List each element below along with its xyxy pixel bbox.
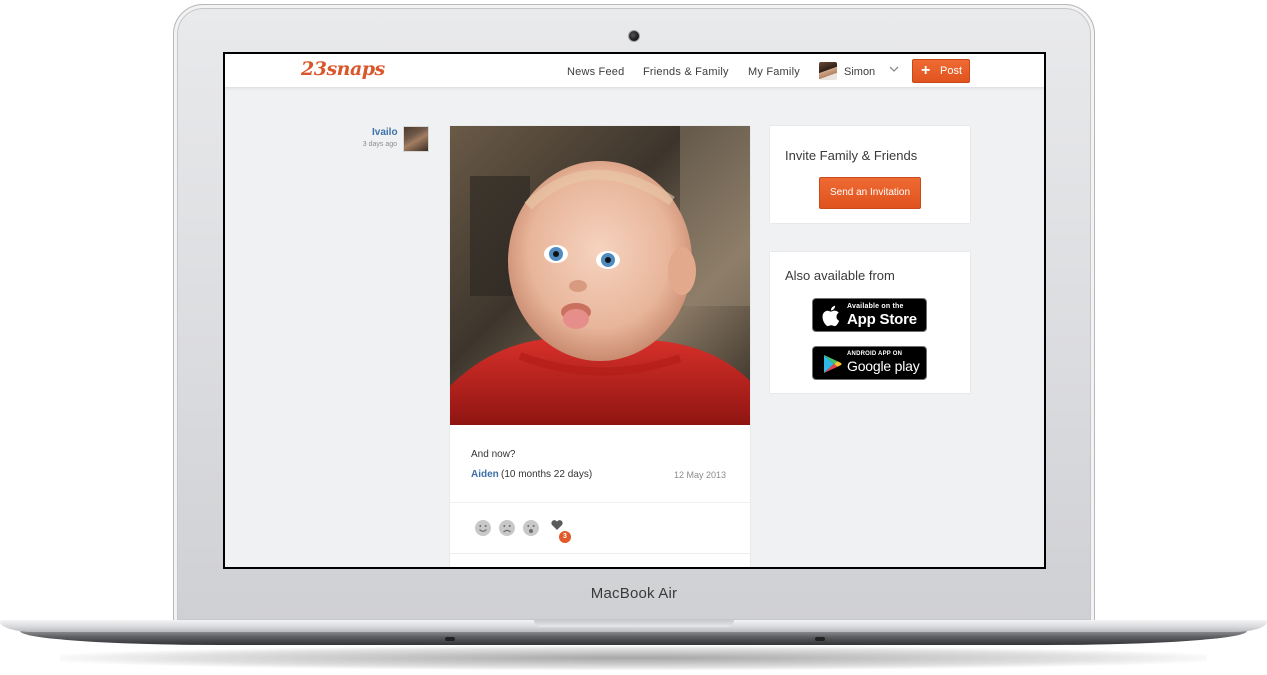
plus-icon: + [921, 62, 931, 79]
laptop-foot [445, 637, 455, 641]
sad-icon[interactable] [498, 519, 516, 537]
post-button[interactable]: + Post [912, 59, 970, 83]
apps-card: Also available from Available on the App… [770, 252, 970, 393]
nav-my-family[interactable]: My Family [748, 66, 800, 78]
laptop-stage: MacBook Air 23snaps News Feed Friends & … [0, 0, 1267, 675]
send-invitation-button[interactable]: Send an Invitation [819, 177, 921, 209]
smile-icon[interactable] [474, 519, 492, 537]
google-play-big-text: Google play [847, 358, 920, 374]
child-age: (10 months 22 days) [501, 469, 593, 480]
nav-news-feed[interactable]: News Feed [567, 66, 624, 78]
google-play-icon [821, 352, 843, 376]
surprised-icon[interactable] [522, 519, 540, 537]
google-play-small-text: ANDROID APP ON [847, 351, 903, 357]
invite-card: Invite Family & Friends Send an Invitati… [770, 126, 970, 223]
post-author[interactable]: Ivailo [372, 127, 398, 138]
app-store-badge[interactable]: Available on the App Store [812, 298, 927, 332]
nav-friends-family[interactable]: Friends & Family [643, 66, 729, 78]
post-time-ago: 3 days ago [362, 141, 397, 148]
webcam-icon [629, 31, 639, 41]
post-photo[interactable] [450, 126, 750, 425]
invite-title: Invite Family & Friends [785, 148, 918, 163]
apps-title: Also available from [785, 268, 895, 283]
device-label: MacBook Air [590, 585, 678, 602]
app-store-big-text: App Store [847, 311, 917, 328]
site-logo[interactable]: 23snaps [301, 58, 385, 80]
laptop-shadow [60, 646, 1207, 670]
app-header: 23snaps News Feed Friends & Family My Fa… [225, 54, 1044, 88]
laptop-hinge-notch [534, 620, 734, 627]
user-avatar[interactable] [819, 62, 837, 80]
heart-icon[interactable] [550, 518, 564, 532]
laptop-screen: 23snaps News Feed Friends & Family My Fa… [223, 52, 1046, 569]
post-date: 12 May 2013 [674, 470, 727, 480]
apple-icon [821, 304, 843, 328]
author-avatar[interactable] [403, 126, 429, 152]
post-card: And now? Aiden (10 months 22 days) 12 Ma… [450, 126, 750, 567]
laptop-foot [815, 637, 825, 641]
heart-count-badge: 3 [559, 531, 571, 543]
post-caption: And now? [471, 449, 516, 460]
chevron-down-icon[interactable] [888, 63, 900, 78]
browser-viewport: 23snaps News Feed Friends & Family My Fa… [225, 54, 1044, 567]
divider [450, 502, 750, 503]
google-play-badge[interactable]: ANDROID APP ON Google play [812, 346, 927, 380]
post-button-label: Post [940, 65, 963, 77]
app-store-small-text: Available on the [847, 303, 904, 310]
user-name[interactable]: Simon [844, 66, 875, 78]
child-name-link[interactable]: Aiden [471, 469, 499, 480]
divider [450, 553, 750, 554]
laptop-base-underside [20, 631, 1247, 645]
